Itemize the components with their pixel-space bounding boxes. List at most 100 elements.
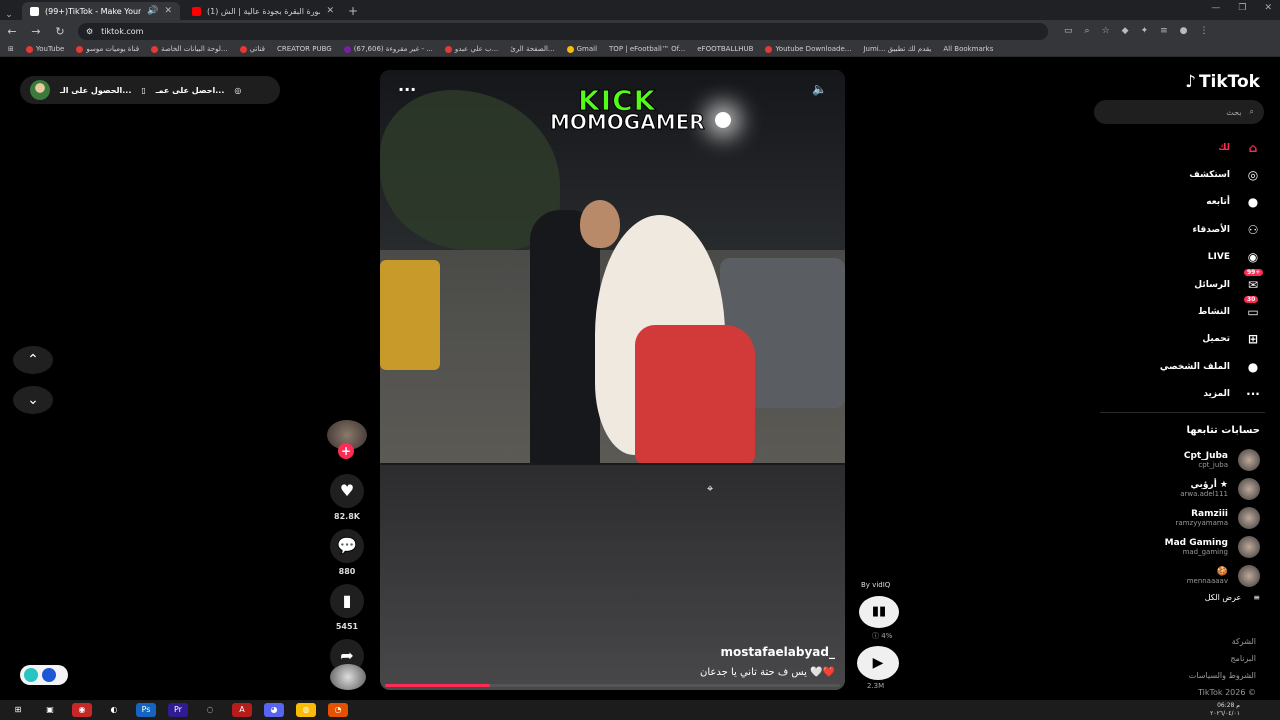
footer-link[interactable]: الشروط والسياسات: [1189, 667, 1256, 684]
tab-search-button[interactable]: ⌄: [0, 10, 18, 20]
all-bookmarks[interactable]: All Bookmarks: [943, 45, 993, 53]
apps-grid-icon[interactable]: ⊞: [8, 45, 14, 53]
bookmark-item[interactable]: TOP | eFootball™ Of...: [609, 45, 685, 53]
taskbar-app-icon[interactable]: ◐: [104, 703, 124, 717]
extension-icon[interactable]: [24, 668, 38, 682]
extension-widget[interactable]: [20, 665, 68, 685]
see-all-button[interactable]: عرض الكل ≡: [1205, 593, 1260, 602]
get-app-label[interactable]: الحصول على الـ...: [60, 86, 131, 95]
video-player[interactable]: ··· 🔈 mostafaelabyad_ يس ف حتة تاني يا ج…: [380, 70, 845, 690]
premiere-icon[interactable]: Pr: [168, 703, 188, 717]
sidebar-item-messages[interactable]: الرسائل ✉ 99+: [1160, 268, 1264, 298]
volume-icon[interactable]: 🔈: [812, 82, 827, 96]
bookmark-item[interactable]: قناة يوميات موسو: [76, 45, 139, 53]
site-info-icon[interactable]: ⚙: [86, 27, 93, 36]
comment-icon[interactable]: 💬: [330, 529, 364, 563]
extensions-puzzle-icon[interactable]: ✦: [1141, 26, 1149, 36]
minimize-icon[interactable]: —: [1211, 3, 1220, 13]
music-disc-avatar[interactable]: [330, 664, 366, 690]
footer-link[interactable]: البرنامج: [1189, 650, 1256, 667]
video-author[interactable]: mostafaelabyad_: [721, 645, 836, 659]
sidebar-item-label: الرسائل: [1194, 279, 1230, 290]
bookmark-item[interactable]: (67,606) غير مقروءة - ...: [343, 45, 433, 53]
acrobat-icon[interactable]: A: [232, 703, 252, 717]
following-account[interactable]: أرؤبي ★ arwa.adel111: [1165, 474, 1260, 503]
get-app-bar[interactable]: الحصول على الـ... ▯ احصل على عمـ... ◎: [20, 76, 280, 104]
like-heart-icon[interactable]: ♥: [330, 474, 364, 508]
close-tab-icon[interactable]: ✕: [326, 6, 334, 16]
sidebar-item-upload[interactable]: تحميل ⊞: [1160, 326, 1264, 353]
following-account[interactable]: Cpt_Juba cpt_juba: [1165, 445, 1260, 474]
system-tray-clock[interactable]: 06:28 م ٢٠٢٦/٠٤/٠١: [1210, 702, 1240, 718]
bookmark-icon[interactable]: ▮: [330, 584, 364, 618]
following-account[interactable]: Ramziii ramzyyamama: [1165, 503, 1260, 532]
maximize-icon[interactable]: ❐: [1238, 3, 1246, 13]
close-tab-icon[interactable]: ✕: [164, 6, 172, 16]
tiktok-logo[interactable]: ♪ TikTok: [1185, 72, 1260, 92]
bookmark-item[interactable]: eFOOTBALLHUB: [697, 45, 753, 53]
discord-icon[interactable]: ◕: [264, 703, 284, 717]
more-options-icon[interactable]: ···: [398, 80, 416, 99]
bookmark-item[interactable]: الصفحة الرئ...: [510, 45, 554, 53]
zoom-icon[interactable]: ⌕: [1085, 26, 1090, 36]
bookmark-item[interactable]: قناتي: [239, 45, 265, 53]
taskbar-app-icon[interactable]: ▣: [40, 703, 60, 717]
follow-plus-icon[interactable]: +: [338, 443, 354, 459]
new-tab-button[interactable]: +: [348, 2, 358, 20]
sidebar-item-friends[interactable]: الأصدقاء ⚇: [1160, 216, 1264, 243]
bookmark-star-icon[interactable]: ☆: [1102, 26, 1110, 36]
extension-icon[interactable]: ◆: [1122, 26, 1129, 36]
cast-icon[interactable]: ▭: [1064, 26, 1073, 36]
reload-icon[interactable]: ↻: [48, 25, 72, 38]
extension-icon[interactable]: [42, 668, 56, 682]
firefox-icon[interactable]: ◔: [328, 703, 348, 717]
search-placeholder: بحث: [1226, 107, 1242, 117]
bookmark-item[interactable]: Jumi... يقدم لك تطبيق: [863, 45, 931, 53]
bookmark-item[interactable]: لوحة البيانات الخاصة...: [151, 45, 228, 53]
account-name: Ramziii: [1191, 508, 1228, 519]
following-title: حسابات تتابعها: [1186, 425, 1260, 436]
footer-link[interactable]: الشركة: [1189, 633, 1256, 650]
media-icon[interactable]: ≡: [1160, 26, 1168, 36]
chrome-icon[interactable]: ◍: [296, 703, 316, 717]
tab-quran[interactable]: (1) سورة البقرة بجودة عالية | الش ✕: [184, 2, 342, 20]
main-nav: لك ⌂ استكشف ◎ أتابعه ● الأصدقاء ⚇ LIVE ◉ الرسائل ✉ 9…: [1160, 134, 1264, 408]
play-icon[interactable]: ▶: [857, 646, 899, 680]
close-window-icon[interactable]: ✕: [1264, 3, 1272, 13]
get-effect-label[interactable]: احصل على عمـ...: [156, 86, 225, 95]
following-account[interactable]: Mad Gaming mad_gaming: [1165, 532, 1260, 561]
back-icon[interactable]: ←: [0, 25, 24, 38]
bookmark-item[interactable]: ب علي عبدو...: [444, 45, 498, 53]
creator-avatar[interactable]: +: [327, 420, 367, 459]
play-count: 2.3M: [867, 682, 885, 690]
sidebar-item-following[interactable]: أتابعه ●: [1160, 189, 1264, 216]
search-icon[interactable]: ⌕: [1250, 107, 1254, 117]
search-input[interactable]: بحث ⌕: [1094, 100, 1264, 124]
action-bar: + ♥ 82.8K 💬 880 ▮ 5451 ➦ 5715: [327, 420, 367, 686]
sidebar-item-compass[interactable]: استكشف ◎: [1160, 161, 1264, 188]
sidebar-item-home[interactable]: لك ⌂: [1160, 134, 1264, 161]
prev-video-button[interactable]: ⌃: [13, 346, 53, 374]
sidebar-item-more[interactable]: المزيد ···: [1160, 381, 1264, 408]
bookmark-item[interactable]: Gmail: [566, 45, 597, 53]
stats-bars-icon[interactable]: ▮▮: [859, 596, 899, 628]
taskbar-app-icon[interactable]: ◌: [200, 703, 220, 717]
windows-start-icon[interactable]: ⊞: [8, 703, 28, 717]
bookmark-item[interactable]: Youtube Downloade...: [765, 45, 851, 53]
avatar[interactable]: [30, 80, 50, 100]
bookmark-item[interactable]: CREATOR PUBG: [277, 45, 332, 53]
profile-icon[interactable]: ●: [1180, 26, 1188, 36]
photoshop-icon[interactable]: Ps: [136, 703, 156, 717]
bookmark-item[interactable]: YouTube: [25, 45, 64, 53]
sidebar-item-live[interactable]: LIVE ◉: [1160, 244, 1264, 271]
taskbar-app-icon[interactable]: ◉: [72, 703, 92, 717]
sidebar-item-activity[interactable]: النشاط ▭ 30: [1160, 296, 1264, 325]
menu-kebab-icon[interactable]: ⋮: [1200, 26, 1209, 36]
address-bar[interactable]: ⚙ tiktok.com: [78, 22, 1048, 40]
next-video-button[interactable]: ⌄: [13, 386, 53, 414]
following-account[interactable]: 🍪 mennaaaav: [1165, 561, 1260, 590]
forward-icon[interactable]: →: [24, 25, 48, 38]
video-progress-bar[interactable]: [385, 684, 840, 687]
sidebar-item-profile[interactable]: الملف الشخصي ●: [1160, 353, 1264, 380]
tab-tiktok[interactable]: (99+)TikTok - Make Your Da 🔊 ✕: [22, 2, 180, 20]
